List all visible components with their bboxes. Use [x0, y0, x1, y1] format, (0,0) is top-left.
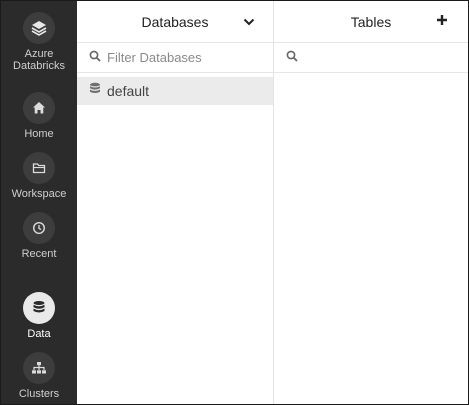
sidebar-item-azure-databricks[interactable]: Azure Databricks — [1, 12, 77, 72]
tables-panel: Tables — [274, 1, 468, 404]
clock-icon — [23, 212, 55, 244]
databases-filter — [77, 43, 273, 73]
search-icon — [286, 49, 298, 67]
sidebar-item-label: Workspace — [11, 188, 67, 200]
databases-title: Databases — [141, 13, 209, 30]
sidebar-item-clusters[interactable]: Clusters — [1, 352, 77, 400]
databases-panel: Databases Filter Databases default — [77, 1, 273, 404]
list-item[interactable]: default — [77, 77, 273, 105]
clusters-icon — [23, 352, 55, 384]
filter-tables-input[interactable] — [304, 50, 464, 65]
add-table-button[interactable] — [428, 1, 456, 43]
databases-dropdown-button[interactable] — [235, 1, 263, 43]
app-window: Azure Databricks Home Workspace Recent D… — [0, 0, 469, 405]
search-icon — [89, 49, 101, 67]
tables-filter — [274, 43, 468, 73]
folder-icon — [23, 152, 55, 184]
databricks-logo-icon — [23, 12, 55, 44]
sidebar-item-data[interactable]: Data — [1, 292, 77, 340]
sidebar-item-home[interactable]: Home — [1, 92, 77, 140]
database-name: default — [107, 83, 150, 99]
sidebar-item-recent[interactable]: Recent — [1, 212, 77, 260]
sidebar-item-workspace[interactable]: Workspace — [1, 152, 77, 200]
database-icon — [89, 82, 101, 101]
sidebar-item-label: Databricks — [13, 60, 65, 72]
sidebar-item-label: Azure — [24, 48, 54, 60]
sidebar-item-label: Data — [27, 328, 51, 340]
sidebar: Azure Databricks Home Workspace Recent D… — [1, 1, 77, 404]
filter-databases-input[interactable] — [107, 50, 267, 65]
home-icon — [23, 92, 55, 124]
chevron-down-icon — [243, 13, 255, 31]
sidebar-item-label: Recent — [21, 248, 57, 260]
sidebar-item-label: Clusters — [18, 388, 60, 400]
tables-title: Tables — [350, 13, 392, 30]
database-icon — [23, 292, 55, 324]
sidebar-item-label: Home — [24, 128, 54, 140]
plus-icon — [436, 13, 448, 31]
